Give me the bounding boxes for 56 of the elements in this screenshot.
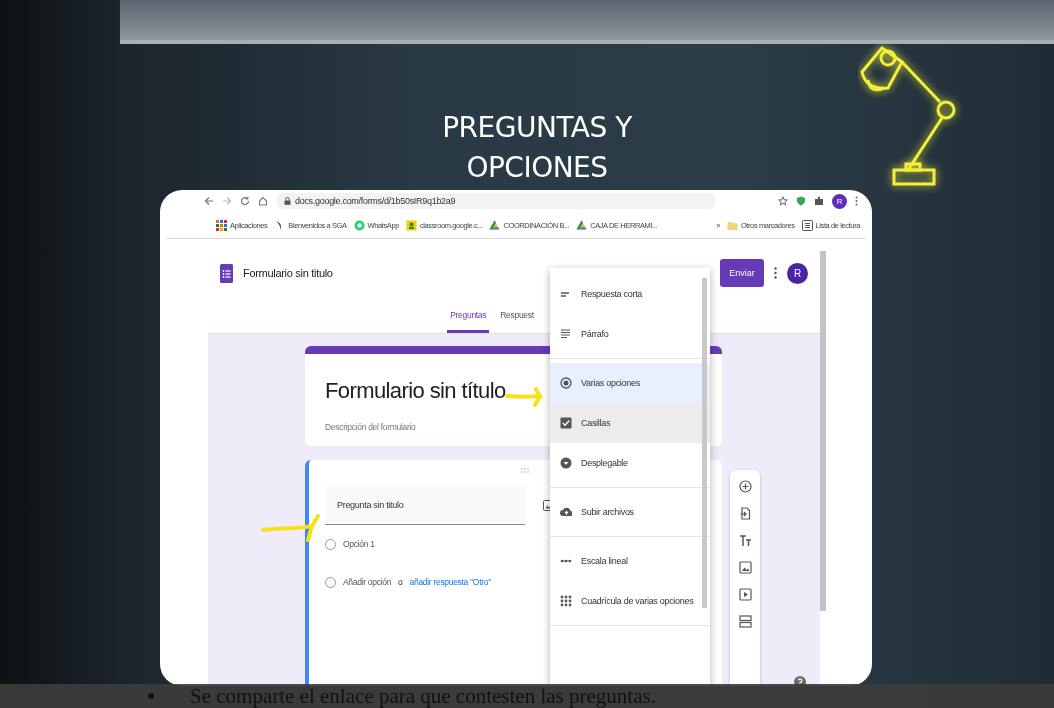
or-text: o — [398, 577, 403, 587]
reading-list-icon — [801, 219, 813, 231]
question-type-option[interactable]: Respuesta corta — [550, 274, 710, 314]
description-field[interactable]: Descripción del formulario — [325, 422, 416, 432]
option-label[interactable]: Opción 1 — [343, 539, 375, 549]
cloud-upload-icon — [560, 506, 572, 518]
question-title-field[interactable]: Pregunta sin titulo — [325, 485, 525, 525]
reload-icon[interactable] — [240, 196, 250, 206]
image-icon[interactable] — [738, 561, 752, 574]
text-size-icon[interactable] — [738, 534, 752, 547]
paragraph-lines-icon — [560, 328, 572, 340]
more-vertical-icon[interactable] — [774, 267, 777, 279]
question-type-option[interactable]: Varias opciones — [550, 363, 710, 403]
form-title[interactable]: Formulario sin título — [325, 378, 506, 404]
add-circle-icon[interactable] — [738, 480, 752, 493]
question-type-option[interactable]: Subir archivos — [550, 492, 710, 532]
highlighter-arrow-drawing — [505, 386, 545, 408]
triangle-icon — [576, 219, 588, 231]
lock-icon — [284, 197, 291, 205]
forms-document-icon — [220, 263, 233, 283]
triangle-icon — [489, 219, 501, 231]
radio-button-icon — [560, 377, 572, 389]
scrollbar-thumb[interactable] — [820, 251, 826, 611]
video-icon[interactable] — [738, 588, 752, 601]
shield-icon[interactable] — [796, 196, 806, 206]
tab[interactable]: Respuest — [497, 310, 537, 333]
question-type-option[interactable]: Casillas — [550, 403, 710, 443]
section-icon[interactable] — [738, 615, 752, 628]
chat-bubble-icon — [353, 219, 365, 231]
dot-grid-icon — [560, 595, 572, 607]
slide-title: PREGUNTAS Y OPCIONES — [441, 110, 633, 186]
folder-icon — [726, 219, 738, 231]
import-file-icon[interactable] — [738, 507, 752, 520]
home-icon[interactable] — [258, 196, 268, 206]
question-type-option[interactable]: Escala lineal — [550, 541, 710, 581]
back-arrow-icon[interactable] — [204, 196, 214, 206]
address-bar[interactable]: docs.google.com/forms/d/1b50sIR9q1b2a9 — [276, 193, 716, 209]
checkbox-icon — [560, 417, 572, 429]
bullet-icon — [148, 693, 154, 699]
drag-handle-icon[interactable] — [521, 468, 529, 473]
question-type-option[interactable]: Desplegable — [550, 443, 710, 483]
scrollbar-thumb[interactable] — [702, 278, 707, 608]
add-other-link[interactable]: añadir respuesta "Otro" — [409, 577, 491, 587]
add-option-field[interactable]: Añadir opción — [343, 577, 392, 587]
form-name: Formulario sin titulo — [243, 267, 333, 279]
dropdown-circle-icon — [560, 457, 572, 469]
question-type-option[interactable]: Párrafo — [550, 314, 710, 354]
more-vertical-icon[interactable] — [855, 196, 858, 206]
classroom-icon — [405, 219, 417, 231]
apps-grid-icon — [216, 219, 227, 231]
question-type-option[interactable]: Cuadrícula de varias opciones — [550, 581, 710, 621]
account-avatar[interactable]: R — [787, 262, 808, 284]
send-button[interactable]: Enviar — [720, 259, 764, 287]
profile-avatar[interactable]: R — [832, 193, 847, 209]
highlighter-arrow-drawing — [260, 512, 320, 542]
star-icon[interactable] — [778, 196, 788, 206]
